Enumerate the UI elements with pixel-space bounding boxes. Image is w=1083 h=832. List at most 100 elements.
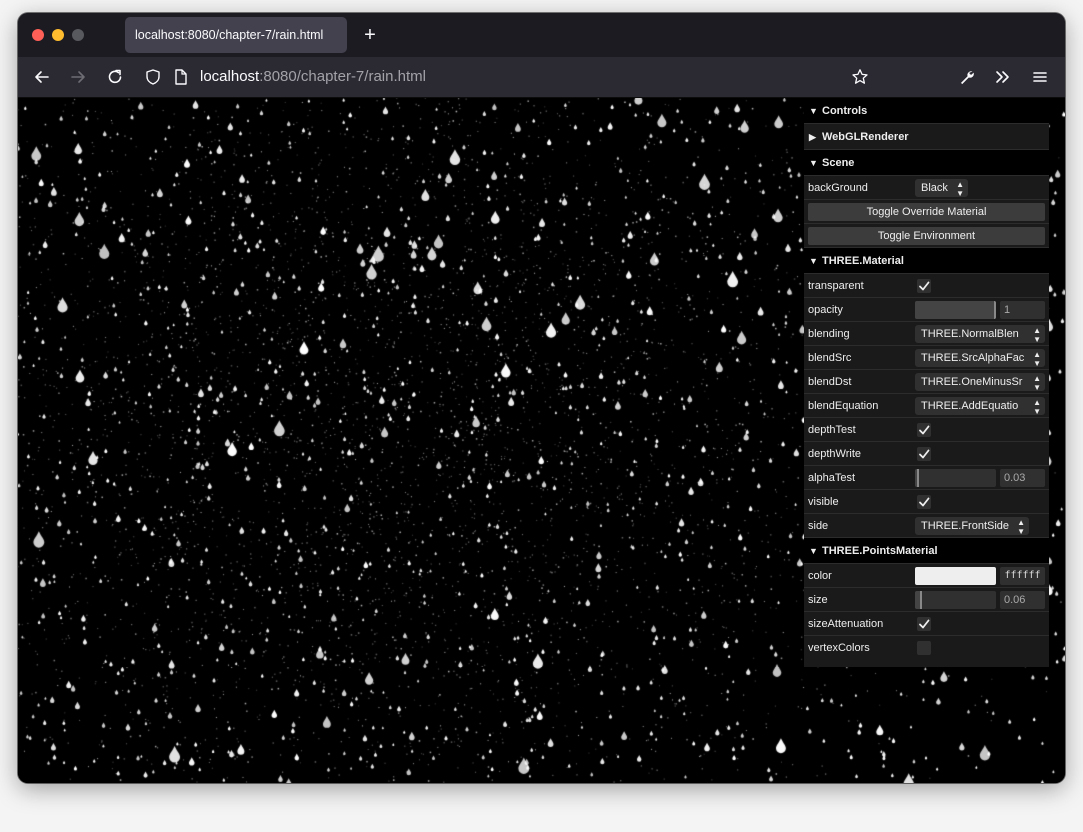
blendequation-value: THREE.AddEquatio	[921, 400, 1019, 412]
sizeattenuation-row: sizeAttenuation	[804, 612, 1049, 636]
blendsrc-row: blendSrc THREE.SrcAlphaFac ▲ ▼	[804, 346, 1049, 370]
depthwrite-checkbox[interactable]	[917, 447, 931, 461]
alphatest-row: alphaTest 0.03	[804, 466, 1049, 490]
tab-title: localhost:8080/chapter-7/rain.html	[135, 28, 324, 42]
nav-toolbar: localhost:8080/chapter-7/rain.html	[18, 57, 1065, 98]
window-maximize-button[interactable]	[72, 29, 84, 41]
opacity-label: opacity	[808, 304, 843, 316]
material-folder[interactable]: ▼ THREE.Material	[804, 248, 1049, 274]
menu-icon[interactable]	[1031, 68, 1049, 86]
caret-down-icon: ▼	[809, 546, 818, 556]
visible-checkbox[interactable]	[917, 495, 931, 509]
blendequation-select[interactable]: THREE.AddEquatio ▲ ▼	[915, 397, 1045, 415]
alphatest-slider-fill	[915, 469, 920, 487]
color-label: color	[808, 570, 832, 582]
color-row: color ffffff	[804, 564, 1049, 588]
blending-row: blending THREE.NormalBlen ▲ ▼	[804, 322, 1049, 346]
transparent-label: transparent	[808, 280, 864, 292]
vertexcolors-row: vertexColors	[804, 636, 1049, 660]
depthwrite-label: depthWrite	[808, 448, 861, 460]
browser-window: localhost:8080/chapter-7/rain.html + loc…	[18, 13, 1065, 783]
controls-folder[interactable]: ▼ Controls	[804, 98, 1049, 124]
depthwrite-row: depthWrite	[804, 442, 1049, 466]
select-arrows-icon: ▲ ▼	[1017, 518, 1025, 535]
side-value: THREE.FrontSide	[921, 520, 1010, 532]
forward-button[interactable]	[64, 63, 92, 91]
toggle-environment-button[interactable]: Toggle Environment	[808, 227, 1045, 245]
background-select[interactable]: Black ▲ ▼	[915, 179, 968, 197]
select-arrows-icon: ▲ ▼	[1033, 326, 1041, 343]
blenddst-value: THREE.OneMinusSr	[921, 376, 1023, 388]
blending-select[interactable]: THREE.NormalBlen ▲ ▼	[915, 325, 1045, 343]
caret-right-icon: ▶	[809, 132, 816, 142]
toggle-environment-row: Toggle Environment	[804, 224, 1049, 248]
side-select[interactable]: THREE.FrontSide ▲ ▼	[915, 517, 1029, 535]
blendequation-label: blendEquation	[808, 400, 879, 412]
new-tab-button[interactable]: +	[358, 23, 382, 47]
url-bar[interactable]: localhost:8080/chapter-7/rain.html	[134, 62, 874, 92]
tab-bar: localhost:8080/chapter-7/rain.html +	[18, 13, 1065, 57]
url-path: :8080/chapter-7/rain.html	[259, 68, 426, 85]
opacity-slider[interactable]	[915, 301, 996, 319]
tab-active[interactable]: localhost:8080/chapter-7/rain.html	[125, 17, 347, 53]
blending-label: blending	[808, 328, 850, 340]
alphatest-input[interactable]: 0.03	[1000, 469, 1045, 487]
vertexcolors-label: vertexColors	[808, 642, 870, 654]
side-label: side	[808, 520, 829, 532]
url-host: localhost	[200, 68, 260, 85]
points-material-label: THREE.PointsMaterial	[822, 545, 938, 557]
sizeattenuation-label: sizeAttenuation	[808, 618, 884, 630]
scene-folder[interactable]: ▼ Scene	[804, 150, 1049, 176]
opacity-input[interactable]: 1	[1000, 301, 1045, 319]
caret-down-icon: ▼	[809, 106, 818, 116]
alphatest-label: alphaTest	[808, 472, 856, 484]
caret-down-icon: ▼	[809, 158, 818, 168]
transparent-row: transparent	[804, 274, 1049, 298]
select-arrows-icon: ▲ ▼	[1033, 374, 1041, 391]
points-material-folder[interactable]: ▼ THREE.PointsMaterial	[804, 538, 1049, 564]
opacity-row: opacity 1	[804, 298, 1049, 322]
shield-icon	[146, 69, 160, 85]
blendsrc-select[interactable]: THREE.SrcAlphaFac ▲ ▼	[915, 349, 1045, 367]
size-slider-fill	[915, 591, 922, 609]
dat-gui-panel: ▼ Controls ▶ WebGLRenderer ▼ Scene backGrou…	[804, 98, 1049, 667]
overflow-chevrons-icon[interactable]	[994, 68, 1012, 86]
size-slider[interactable]	[915, 591, 996, 609]
checkmark-icon	[919, 281, 930, 291]
size-label: size	[808, 594, 828, 606]
back-button[interactable]	[28, 63, 56, 91]
star-icon[interactable]	[851, 68, 869, 86]
webgl-renderer-folder[interactable]: ▶ WebGLRenderer	[804, 124, 1049, 150]
wrench-icon[interactable]	[958, 68, 976, 86]
blenddst-row: blendDst THREE.OneMinusSr ▲ ▼	[804, 370, 1049, 394]
reload-button[interactable]	[101, 63, 129, 91]
transparent-checkbox[interactable]	[917, 279, 931, 293]
window-close-button[interactable]	[32, 29, 44, 41]
vertexcolors-checkbox[interactable]	[917, 641, 931, 655]
checkmark-icon	[919, 449, 930, 459]
sizeattenuation-checkbox[interactable]	[917, 617, 931, 631]
size-input[interactable]: 0.06	[1000, 591, 1045, 609]
color-hex-input[interactable]: ffffff	[1000, 567, 1045, 585]
arrow-right-icon	[71, 71, 85, 83]
depthtest-label: depthTest	[808, 424, 856, 436]
page-content: ▼ Controls ▶ WebGLRenderer ▼ Scene backGrou…	[18, 98, 1065, 783]
visible-row: visible	[804, 490, 1049, 514]
alphatest-slider[interactable]	[915, 469, 996, 487]
blenddst-select[interactable]: THREE.OneMinusSr ▲ ▼	[915, 373, 1045, 391]
background-row: backGround Black ▲ ▼	[804, 176, 1049, 200]
select-arrows-icon: ▲ ▼	[1033, 398, 1041, 415]
select-arrows-icon: ▲ ▼	[956, 180, 964, 197]
reload-icon	[108, 69, 122, 84]
url-text[interactable]: localhost:8080/chapter-7/rain.html	[200, 68, 426, 85]
page-icon	[175, 69, 187, 85]
blending-value: THREE.NormalBlen	[921, 328, 1019, 340]
side-row: side THREE.FrontSide ▲ ▼	[804, 514, 1049, 538]
blendsrc-value: THREE.SrcAlphaFac	[921, 352, 1025, 364]
toggle-override-material-button[interactable]: Toggle Override Material	[808, 203, 1045, 221]
visible-label: visible	[808, 496, 839, 508]
scene-label: Scene	[822, 157, 855, 169]
color-swatch[interactable]	[915, 567, 996, 585]
depthtest-checkbox[interactable]	[917, 423, 931, 437]
window-minimize-button[interactable]	[52, 29, 64, 41]
